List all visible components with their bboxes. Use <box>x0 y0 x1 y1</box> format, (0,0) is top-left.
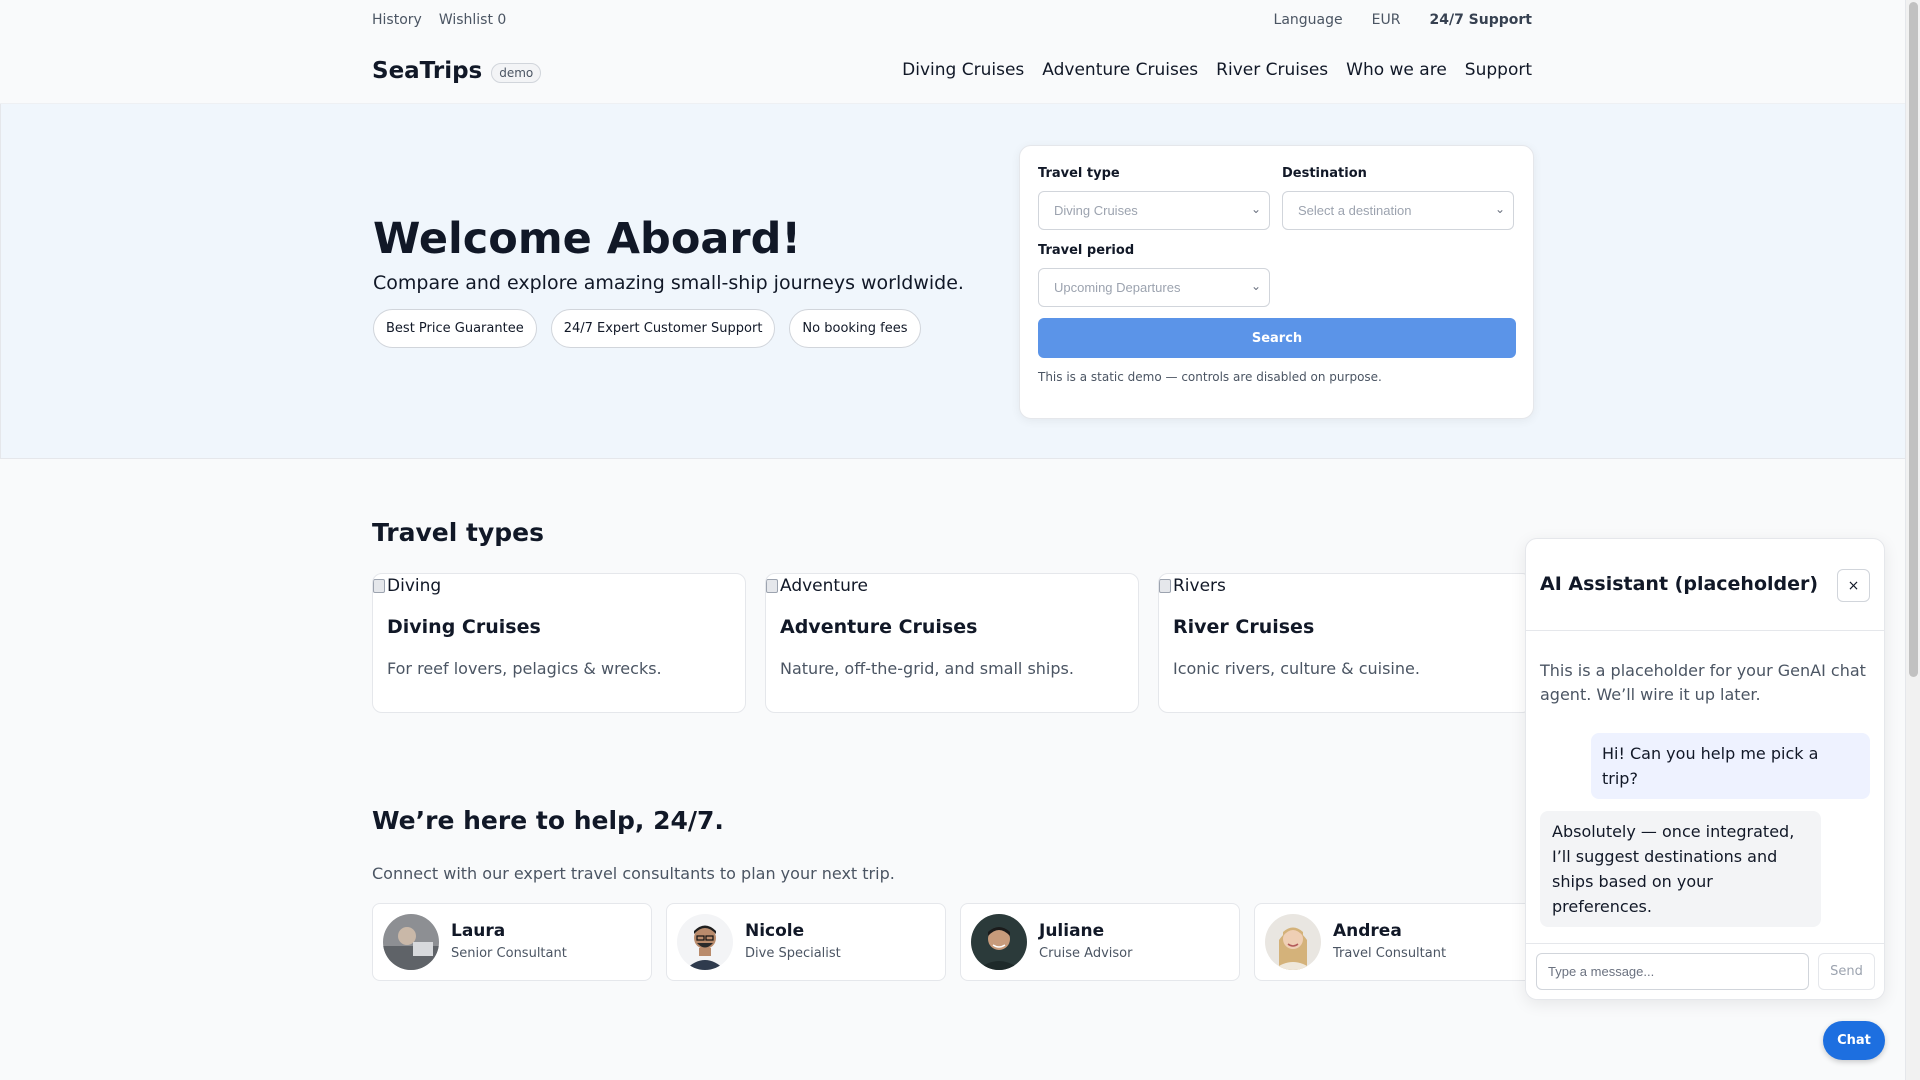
chat-footer: Type a message... Send <box>1526 943 1884 999</box>
search-button[interactable]: Search <box>1038 318 1516 358</box>
card-title: River Cruises <box>1173 616 1315 638</box>
destination-label: Destination <box>1282 166 1367 181</box>
nav-links: Diving Cruises Adventure Cruises River C… <box>902 60 1532 80</box>
consultant-card-laura[interactable]: Laura Senior Consultant <box>372 903 652 981</box>
brand-logo[interactable]: SeaTrips <box>372 58 482 84</box>
card-image: Diving <box>373 576 441 596</box>
hero-subtitle: Compare and explore amazing small-ship j… <box>373 272 964 294</box>
nav-adventure-cruises[interactable]: Adventure Cruises <box>1042 60 1198 80</box>
currency-selector[interactable]: EUR <box>1372 12 1401 28</box>
demo-note: This is a static demo — controls are dis… <box>1038 370 1382 384</box>
travel-period-select[interactable]: Upcoming Departures ⌄ <box>1038 268 1270 307</box>
chat-message-input[interactable]: Type a message... <box>1536 953 1809 990</box>
travel-card-rivers[interactable]: Rivers River Cruises Iconic rivers, cult… <box>1158 573 1532 713</box>
broken-image-icon <box>766 579 778 593</box>
card-image: Rivers <box>1159 576 1226 596</box>
consultant-role: Senior Consultant <box>451 946 567 961</box>
wishlist-link[interactable]: Wishlist 0 <box>439 12 507 28</box>
card-title: Adventure Cruises <box>780 616 978 638</box>
help-title: We’re here to help, 24/7. <box>372 806 724 835</box>
chat-panel: AI Assistant (placeholder) × This is a p… <box>1525 538 1885 1000</box>
close-button[interactable]: × <box>1837 569 1870 602</box>
nav-diving-cruises[interactable]: Diving Cruises <box>902 60 1024 80</box>
language-selector[interactable]: Language <box>1274 12 1343 28</box>
demo-badge: demo <box>491 63 542 83</box>
chat-intro: This is a placeholder for your GenAI cha… <box>1540 661 1866 704</box>
chevron-down-icon: ⌄ <box>1250 279 1261 293</box>
broken-image-icon <box>373 579 385 593</box>
utility-bar: History Wishlist 0 Language EUR 24/7 Sup… <box>372 0 1532 40</box>
search-card: Travel type Diving Cruises ⌄ Destination… <box>1019 145 1534 419</box>
consultant-role: Travel Consultant <box>1333 946 1447 961</box>
support-link[interactable]: 24/7 Support <box>1429 12 1532 28</box>
chat-toggle-button[interactable]: Chat <box>1823 1021 1885 1060</box>
destination-select[interactable]: Select a destination ⌄ <box>1282 191 1514 230</box>
feature-pills: Best Price Guarantee 24/7 Expert Custome… <box>373 309 921 348</box>
avatar <box>971 914 1027 970</box>
consultant-role: Cruise Advisor <box>1039 946 1133 961</box>
chevron-down-icon: ⌄ <box>1250 202 1261 216</box>
help-subtitle: Connect with our expert travel consultan… <box>372 864 895 883</box>
scrollbar-thumb[interactable] <box>1909 2 1918 677</box>
pill-support: 24/7 Expert Customer Support <box>550 309 776 348</box>
destination-value: Select a destination <box>1298 203 1412 218</box>
pill-no-fees: No booking fees <box>789 309 921 348</box>
consultant-card-andrea[interactable]: Andrea Travel Consultant <box>1254 903 1534 981</box>
card-image-alt: Adventure <box>780 576 868 596</box>
card-title: Diving Cruises <box>387 616 541 638</box>
avatar <box>677 914 733 970</box>
consultant-card-juliane[interactable]: Juliane Cruise Advisor <box>960 903 1240 981</box>
card-image: Adventure <box>766 576 868 596</box>
brand[interactable]: SeaTrips demo <box>372 58 542 84</box>
avatar <box>1265 914 1321 970</box>
page-scrollbar[interactable] <box>1905 0 1920 1080</box>
travel-type-value: Diving Cruises <box>1054 203 1138 218</box>
chat-title: AI Assistant (placeholder) <box>1540 573 1819 595</box>
hero-section: Welcome Aboard! Compare and explore amaz… <box>0 104 1905 459</box>
chevron-down-icon: ⌄ <box>1494 202 1505 216</box>
travel-card-adventure[interactable]: Adventure Adventure Cruises Nature, off-… <box>765 573 1139 713</box>
card-description: Nature, off-the-grid, and small ships. <box>780 659 1074 678</box>
consultant-name: Nicole <box>745 921 805 941</box>
page: History Wishlist 0 Language EUR 24/7 Sup… <box>0 0 1905 1080</box>
hero-title: Welcome Aboard! <box>373 214 801 264</box>
assistant-message: Absolutely — once integrated, I’ll sugge… <box>1540 811 1821 927</box>
pill-best-price: Best Price Guarantee <box>373 309 537 348</box>
travel-type-label: Travel type <box>1038 166 1120 181</box>
travel-card-diving[interactable]: Diving Diving Cruises For reef lovers, p… <box>372 573 746 713</box>
consultant-name: Laura <box>451 921 506 941</box>
send-button[interactable]: Send <box>1818 953 1875 990</box>
travel-types-title: Travel types <box>372 518 545 547</box>
nav-who-we-are[interactable]: Who we are <box>1346 60 1447 80</box>
main-navbar: SeaTrips demo Diving Cruises Adventure C… <box>0 40 1905 104</box>
nav-support[interactable]: Support <box>1465 60 1532 80</box>
nav-river-cruises[interactable]: River Cruises <box>1216 60 1328 80</box>
card-description: Iconic rivers, culture & cuisine. <box>1173 659 1420 678</box>
card-image-alt: Rivers <box>1173 576 1226 596</box>
consultant-name: Andrea <box>1333 921 1402 941</box>
travel-period-value: Upcoming Departures <box>1054 280 1181 295</box>
card-image-alt: Diving <box>387 576 442 596</box>
travel-period-label: Travel period <box>1038 243 1135 258</box>
avatar <box>383 914 439 970</box>
broken-image-icon <box>1159 579 1171 593</box>
close-icon: × <box>1847 577 1860 594</box>
consultant-role: Dive Specialist <box>745 946 841 961</box>
travel-type-select[interactable]: Diving Cruises ⌄ <box>1038 191 1270 230</box>
user-message: Hi! Can you help me pick a trip? <box>1591 733 1870 799</box>
history-link[interactable]: History <box>372 12 422 28</box>
consultant-card-nicole[interactable]: Nicole Dive Specialist <box>666 903 946 981</box>
consultant-name: Juliane <box>1039 921 1105 941</box>
chat-header: AI Assistant (placeholder) × <box>1526 539 1884 631</box>
card-description: For reef lovers, pelagics & wrecks. <box>387 659 662 678</box>
